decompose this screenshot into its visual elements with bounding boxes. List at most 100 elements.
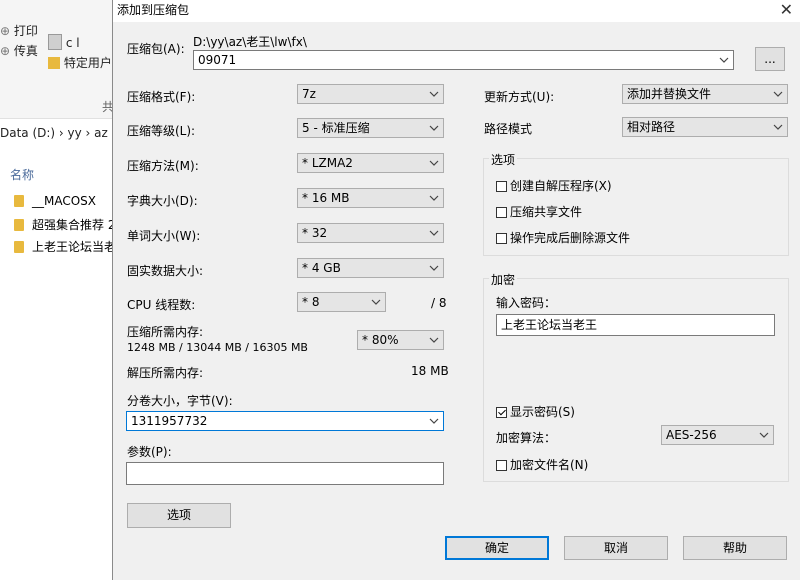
mem-comp-detail: 1248 MB / 13044 MB / 16305 MB xyxy=(127,341,308,354)
method-label: 压缩方法(M): xyxy=(127,159,199,173)
options-group-title: 选项 xyxy=(489,151,518,168)
password-label: 输入密码： xyxy=(496,296,557,310)
file-name: __MACOSX xyxy=(32,194,97,208)
threads-select[interactable]: * 8 xyxy=(297,292,386,312)
list-item[interactable]: 上老王论坛当老 xyxy=(14,238,112,258)
chevron-down-icon xyxy=(429,259,439,277)
solid-value: * 4 GB xyxy=(302,261,341,275)
chevron-down-icon xyxy=(429,224,439,242)
print-item[interactable]: ⊕ 打印 xyxy=(0,22,38,39)
format-label: 压缩格式(F): xyxy=(127,90,196,104)
show-password-label: 显示密码(S) xyxy=(510,405,575,419)
mem-decomp-value: 18 MB xyxy=(411,364,449,378)
cancel-button[interactable]: 取消 xyxy=(564,536,668,560)
list-item[interactable]: __MACOSX xyxy=(14,194,96,214)
update-value: 添加并替换文件 xyxy=(627,87,712,101)
word-select[interactable]: * 32 xyxy=(297,223,444,243)
folder-icon xyxy=(14,219,24,231)
sfx-label: 创建自解压程序(X) xyxy=(510,179,612,193)
column-header-name[interactable]: 名称 xyxy=(10,166,34,183)
encrypt-names-checkbox[interactable]: 加密文件名(N) xyxy=(496,456,588,473)
sfx-checkbox[interactable]: 创建自解压程序(X) xyxy=(496,177,612,194)
dialog-titlebar: 添加到压缩包 ✕ xyxy=(113,0,800,22)
level-value: 5 - 标准压缩 xyxy=(302,121,370,135)
mem-decomp-label: 解压所需内存: xyxy=(127,366,204,380)
user-icon xyxy=(48,34,62,50)
split-size-combo[interactable]: 1311957732 xyxy=(126,411,444,431)
checkbox-icon xyxy=(496,460,507,471)
chevron-down-icon xyxy=(429,331,439,349)
list-item[interactable]: 超强集合推荐 2 xyxy=(14,216,112,236)
explorer-ribbon: ⊕ 打印 ⊕ 传真 c l 特定用户 共 xyxy=(0,0,112,119)
folder-icon xyxy=(14,195,24,207)
ok-button[interactable]: 确定 xyxy=(445,536,549,560)
params-label: 参数(P): xyxy=(127,445,172,459)
mem-usage-select[interactable]: * 80% xyxy=(357,330,444,350)
fax-label: 传真 xyxy=(13,44,38,58)
chevron-down-icon xyxy=(429,85,439,103)
word-value: * 32 xyxy=(302,226,328,240)
threads-max: / 8 xyxy=(431,296,447,310)
specific-user-label: 特定用户 xyxy=(63,56,112,70)
encrypt-names-label: 加密文件名(N) xyxy=(510,458,589,472)
close-icon[interactable]: ✕ xyxy=(780,0,793,19)
archive-label: 压缩包(A): xyxy=(127,42,185,56)
params-input[interactable] xyxy=(126,462,444,485)
mem-comp-label: 压缩所需内存: xyxy=(127,325,204,339)
format-value: 7z xyxy=(302,87,316,101)
update-select[interactable]: 添加并替换文件 xyxy=(622,84,788,104)
format-select[interactable]: 7z xyxy=(297,84,444,104)
users-icon xyxy=(48,57,60,69)
dict-value: * 16 MB xyxy=(302,191,350,205)
method-value: * LZMA2 xyxy=(302,156,353,170)
fax-item[interactable]: ⊕ 传真 xyxy=(0,42,38,59)
help-button[interactable]: 帮助 xyxy=(683,536,787,560)
mem-usage-value: * 80% xyxy=(362,333,399,347)
folder-icon xyxy=(14,241,24,253)
delete-after-checkbox[interactable]: 操作完成后删除源文件 xyxy=(496,229,630,246)
level-label: 压缩等级(L): xyxy=(127,124,196,138)
fax-icon: ⊕ xyxy=(0,44,11,58)
specific-user-item[interactable]: 特定用户 xyxy=(48,54,112,71)
share-cl-item[interactable]: c l xyxy=(48,34,80,50)
dialog-title: 添加到压缩包 xyxy=(117,3,190,17)
dict-select[interactable]: * 16 MB xyxy=(297,188,444,208)
chevron-down-icon xyxy=(429,119,439,137)
word-label: 单词大小(W): xyxy=(127,229,201,243)
chevron-down-icon[interactable] xyxy=(719,51,729,69)
enc-method-label: 加密算法： xyxy=(496,431,557,445)
password-input[interactable]: 上老王论坛当老王 xyxy=(496,314,775,336)
address-bar[interactable]: Data (D:) › yy › az xyxy=(0,126,112,148)
pathmode-value: 相对路径 xyxy=(627,120,676,134)
pathmode-select[interactable]: 相对路径 xyxy=(622,117,788,137)
encryption-group-title: 加密 xyxy=(489,271,518,288)
delete-after-label: 操作完成后删除源文件 xyxy=(510,231,631,245)
options-button[interactable]: 选项 xyxy=(127,503,231,528)
archive-name-value: 09071 xyxy=(198,53,237,67)
chevron-down-icon xyxy=(429,154,439,172)
file-name: 超强集合推荐 2 xyxy=(32,218,112,232)
threads-label: CPU 线程数: xyxy=(127,298,196,312)
method-select[interactable]: * LZMA2 xyxy=(297,153,444,173)
threads-value: * 8 xyxy=(302,295,320,309)
enc-method-select[interactable]: AES-256 xyxy=(661,425,774,445)
level-select[interactable]: 5 - 标准压缩 xyxy=(297,118,444,138)
dict-label: 字典大小(D): xyxy=(127,194,198,208)
enc-method-value: AES-256 xyxy=(666,428,717,442)
checkbox-icon xyxy=(496,181,507,192)
chevron-down-icon[interactable] xyxy=(429,412,439,430)
show-password-checkbox[interactable]: 显示密码(S) xyxy=(496,403,575,420)
share-group-label: 共 xyxy=(102,100,112,114)
pathmode-label: 路径模式 xyxy=(484,122,533,136)
solid-select[interactable]: * 4 GB xyxy=(297,258,444,278)
add-to-archive-dialog: 添加到压缩包 ✕ 压缩包(A): D:\yy\az\老王\lw\fx\ 0907… xyxy=(112,0,800,580)
browse-button[interactable]: ... xyxy=(755,47,785,71)
checkbox-icon xyxy=(496,207,507,218)
archive-name-combo[interactable]: 09071 xyxy=(193,50,734,70)
share-cl-label: c l xyxy=(65,36,80,50)
shared-files-checkbox[interactable]: 压缩共享文件 xyxy=(496,203,582,220)
split-size-value: 1311957732 xyxy=(131,414,208,428)
chevron-down-icon xyxy=(773,85,783,103)
update-label: 更新方式(U): xyxy=(484,90,555,104)
explorer-window: ⊕ 打印 ⊕ 传真 c l 特定用户 共 Data (D:) › yy › az… xyxy=(0,0,112,580)
